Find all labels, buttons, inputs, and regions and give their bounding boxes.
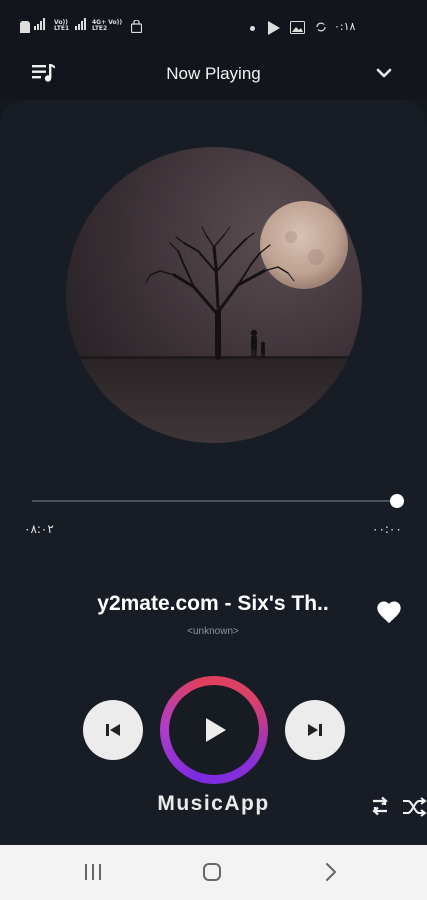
previous-button[interactable] xyxy=(83,700,143,760)
image-icon xyxy=(290,21,305,34)
page-title: Now Playing xyxy=(166,64,261,83)
play-store-icon xyxy=(268,21,280,35)
home-icon[interactable] xyxy=(202,862,222,882)
elapsed-time: ٠٨:٠٢ xyxy=(24,522,54,536)
skip-next-icon xyxy=(308,724,322,736)
play-button-inner xyxy=(169,685,259,775)
heart-icon[interactable] xyxy=(375,598,403,626)
network-label-2: 4G+ Vo)) LTE2 xyxy=(92,19,123,32)
back-icon[interactable] xyxy=(324,862,338,882)
sim-icon xyxy=(20,21,30,33)
lock-icon xyxy=(131,20,142,33)
progress-thumb[interactable] xyxy=(390,494,404,508)
clock: ٠:١٨ xyxy=(334,20,356,33)
skip-previous-icon xyxy=(106,724,120,736)
recents-icon[interactable] xyxy=(83,863,103,881)
progress-track[interactable] xyxy=(32,500,396,502)
system-nav-bar xyxy=(0,845,427,900)
dot-icon xyxy=(250,26,255,31)
next-button[interactable] xyxy=(285,700,345,760)
play-button[interactable] xyxy=(160,676,268,784)
signal-icon-1 xyxy=(34,18,45,30)
play-icon xyxy=(206,718,226,742)
signal-icon-2 xyxy=(75,18,86,30)
total-time: ٠٠:٠٠ xyxy=(372,522,402,536)
album-art xyxy=(66,147,362,443)
sync-icon xyxy=(316,22,326,32)
artist-name: <unknown> xyxy=(187,626,239,637)
app-brand: MusicApp xyxy=(157,792,270,815)
repeat-icon[interactable] xyxy=(370,795,390,817)
network-label-1: Vo)) LTE1 xyxy=(54,19,70,32)
song-title: y2mate.com - Six's Th.. xyxy=(97,592,329,615)
chevron-down-icon[interactable] xyxy=(376,67,392,79)
status-bar: Vo)) LTE1 4G+ Vo)) LTE2 ٠:١٨ xyxy=(0,0,427,52)
shuffle-icon[interactable] xyxy=(402,797,427,817)
